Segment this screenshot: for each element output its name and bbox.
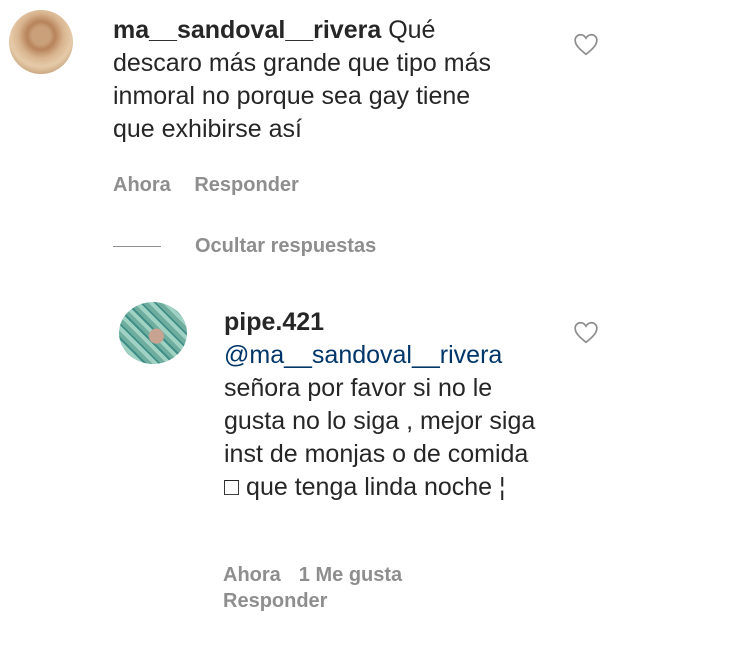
heart-icon[interactable] (573, 320, 599, 344)
divider (113, 246, 161, 247)
comment-text: señora por favor si no le gusta no lo si… (224, 374, 536, 501)
heart-icon[interactable] (573, 32, 599, 56)
hide-replies-button[interactable]: Ocultar respuestas (113, 235, 376, 258)
avatar[interactable] (119, 302, 187, 364)
reply-button[interactable]: Responder (194, 174, 298, 196)
comment-username[interactable]: ma__sandoval__rivera (113, 16, 381, 44)
comment-time: Ahora (223, 564, 281, 586)
comment-meta: Ahora Responder (113, 174, 317, 197)
comment-body: @ma__sandoval__rivera señora por favor s… (224, 339, 544, 504)
reply-button[interactable]: Responder (223, 588, 465, 614)
likes-count[interactable]: 1 Me gusta (299, 564, 402, 586)
comment-time: Ahora (113, 174, 171, 196)
comment-meta: Ahora 1 Me gusta Responder (223, 562, 483, 614)
comment-body: ma__sandoval__rivera Qué descaro más gra… (113, 14, 513, 146)
mention-link[interactable]: @ma__sandoval__rivera (224, 341, 502, 369)
comment-username[interactable]: pipe.421 (224, 306, 324, 339)
hide-replies-label: Ocultar respuestas (195, 235, 377, 257)
avatar[interactable] (9, 10, 73, 74)
